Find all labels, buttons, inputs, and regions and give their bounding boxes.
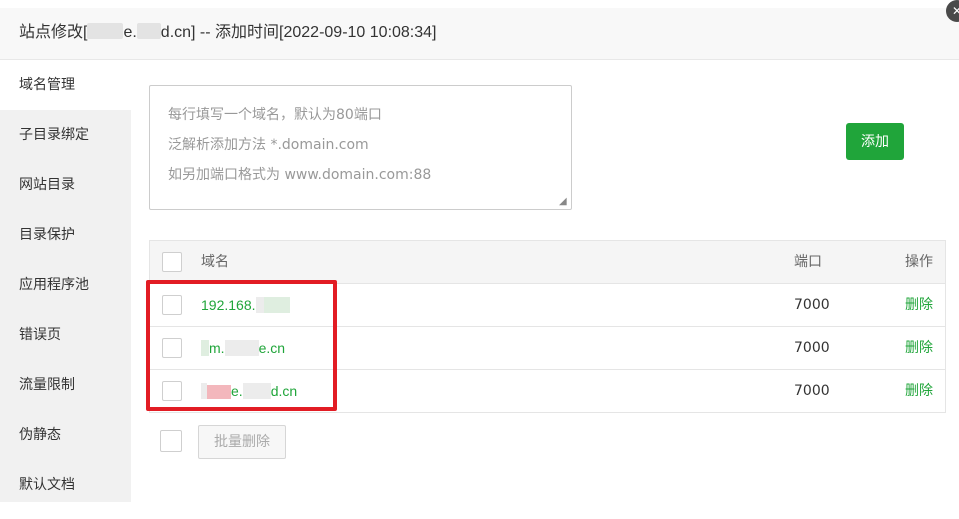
batch-delete-button[interactable]: 批量删除	[198, 425, 286, 459]
placeholder-line: 泛解析添加方法 *.domain.com	[168, 137, 369, 153]
select-all-checkbox[interactable]	[162, 252, 182, 272]
redacted-patch	[224, 340, 259, 356]
title-prefix: 站点修改[	[19, 24, 88, 41]
sidebar-item-subdirectory-binding[interactable]: 子目录绑定	[0, 110, 131, 160]
domain-textarea[interactable]: 每行填写一个域名，默认为80端口 泛解析添加方法 *.domain.com 如另…	[149, 85, 572, 210]
title-suffix: d.cn] -- 添加时间[2022-09-10 10:08:34]	[160, 24, 437, 41]
site-edit-dialog: 站点修改[ e. d.cn] -- 添加时间[2022-09-10 10:08:34…	[0, 0, 959, 519]
header-action: 操作	[905, 254, 933, 270]
sidebar-item-app-pool[interactable]: 应用程序池	[0, 260, 131, 310]
sidebar-item-default-document[interactable]: 默认文档	[0, 460, 131, 510]
sidebar-item-site-directory[interactable]: 网站目录	[0, 160, 131, 210]
port-value: 7000	[794, 297, 830, 313]
redacted-patch	[207, 385, 231, 399]
delete-link[interactable]: 删除	[905, 370, 933, 412]
domain-link[interactable]: 192.168.	[201, 284, 290, 326]
header-domain: 域名	[201, 254, 229, 270]
add-domain-button[interactable]: 添加	[846, 123, 904, 160]
table-row: 192.168. 7000 删除	[150, 284, 945, 327]
domain-link[interactable]: m. e.cn	[201, 327, 285, 369]
header-port: 端口	[794, 254, 822, 270]
row-checkbox[interactable]	[162, 338, 182, 358]
row-checkbox[interactable]	[162, 381, 182, 401]
sidebar: 域名管理 子目录绑定 网站目录 目录保护 应用程序池 错误页 流量限制 伪静态 …	[0, 60, 131, 502]
table-row: m. e.cn 7000 删除	[150, 327, 945, 370]
table-header: 域名 端口 操作	[150, 241, 945, 284]
redacted-patch	[263, 297, 290, 313]
placeholder-line: 每行填写一个域名，默认为80端口	[168, 107, 382, 123]
redacted-patch	[87, 23, 124, 39]
delete-link[interactable]: 删除	[905, 284, 933, 326]
domain-text: d.cn	[270, 383, 298, 399]
domain-text: e.cn	[258, 340, 286, 356]
domain-table: 域名 端口 操作 192.168. 7000 删除 m. e.cn 7000 删除…	[149, 240, 946, 413]
sidebar-item-error-pages[interactable]: 错误页	[0, 310, 131, 360]
resize-grip-icon[interactable]: ◢	[559, 197, 569, 207]
dialog-title: 站点修改[ e. d.cn] -- 添加时间[2022-09-10 10:08:34…	[0, 8, 959, 60]
redacted-patch	[201, 340, 209, 356]
table-row: e. d.cn 7000 删除	[150, 370, 945, 413]
sidebar-item-pseudo-static[interactable]: 伪静态	[0, 410, 131, 460]
sidebar-item-directory-protection[interactable]: 目录保护	[0, 210, 131, 260]
redacted-patch	[136, 23, 161, 39]
sidebar-item-traffic-limit[interactable]: 流量限制	[0, 360, 131, 410]
domain-text: m.	[209, 340, 225, 356]
redacted-patch	[242, 383, 271, 399]
domain-text: e.	[231, 383, 243, 399]
sidebar-item-domain-management[interactable]: 域名管理	[0, 60, 131, 110]
title-middle: e.	[123, 24, 137, 41]
batch-select-checkbox[interactable]	[160, 430, 182, 452]
placeholder-line: 如另加端口格式为 www.domain.com:88	[168, 167, 432, 183]
row-checkbox[interactable]	[162, 295, 182, 315]
domain-link[interactable]: e. d.cn	[201, 370, 297, 412]
delete-link[interactable]: 删除	[905, 327, 933, 369]
port-value: 7000	[794, 340, 830, 356]
domain-text: 192.168.	[201, 297, 256, 313]
redacted-patch	[255, 297, 264, 313]
port-value: 7000	[794, 383, 830, 399]
